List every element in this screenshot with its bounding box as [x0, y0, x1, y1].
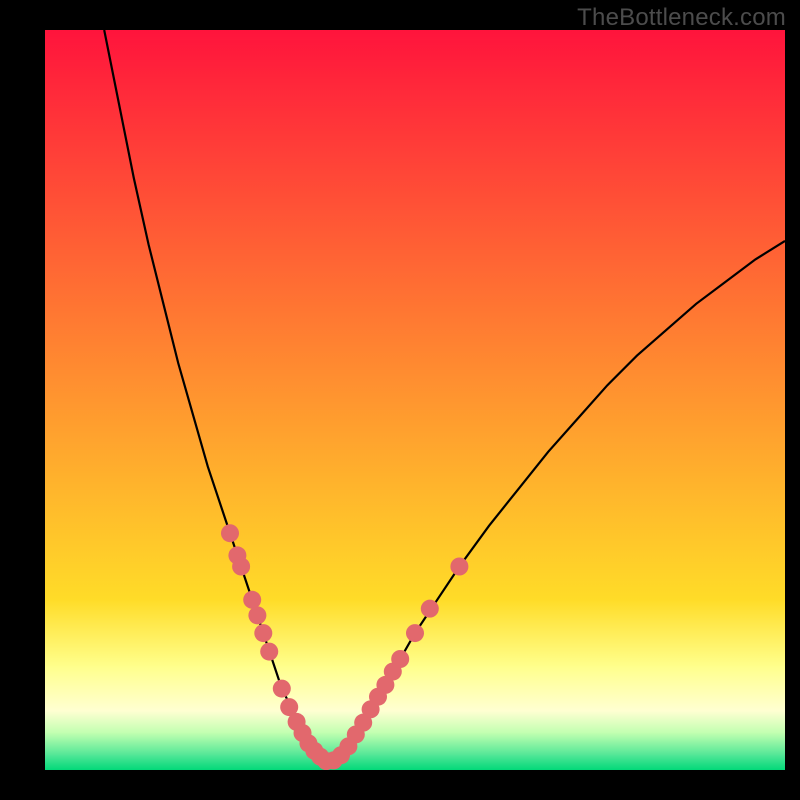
- marker-point: [421, 600, 439, 618]
- marker-point: [248, 606, 266, 624]
- marker-point: [232, 558, 250, 576]
- marker-point: [273, 680, 291, 698]
- marker-point: [391, 650, 409, 668]
- marker-point: [221, 524, 239, 542]
- chart-frame: TheBottleneck.com: [0, 0, 800, 800]
- marker-point: [243, 591, 261, 609]
- chart-svg: [45, 30, 785, 770]
- marker-point: [450, 558, 468, 576]
- plot-area: [45, 30, 785, 770]
- watermark-text: TheBottleneck.com: [577, 4, 786, 32]
- marker-point: [406, 624, 424, 642]
- marker-point: [254, 624, 272, 642]
- marker-point: [260, 643, 278, 661]
